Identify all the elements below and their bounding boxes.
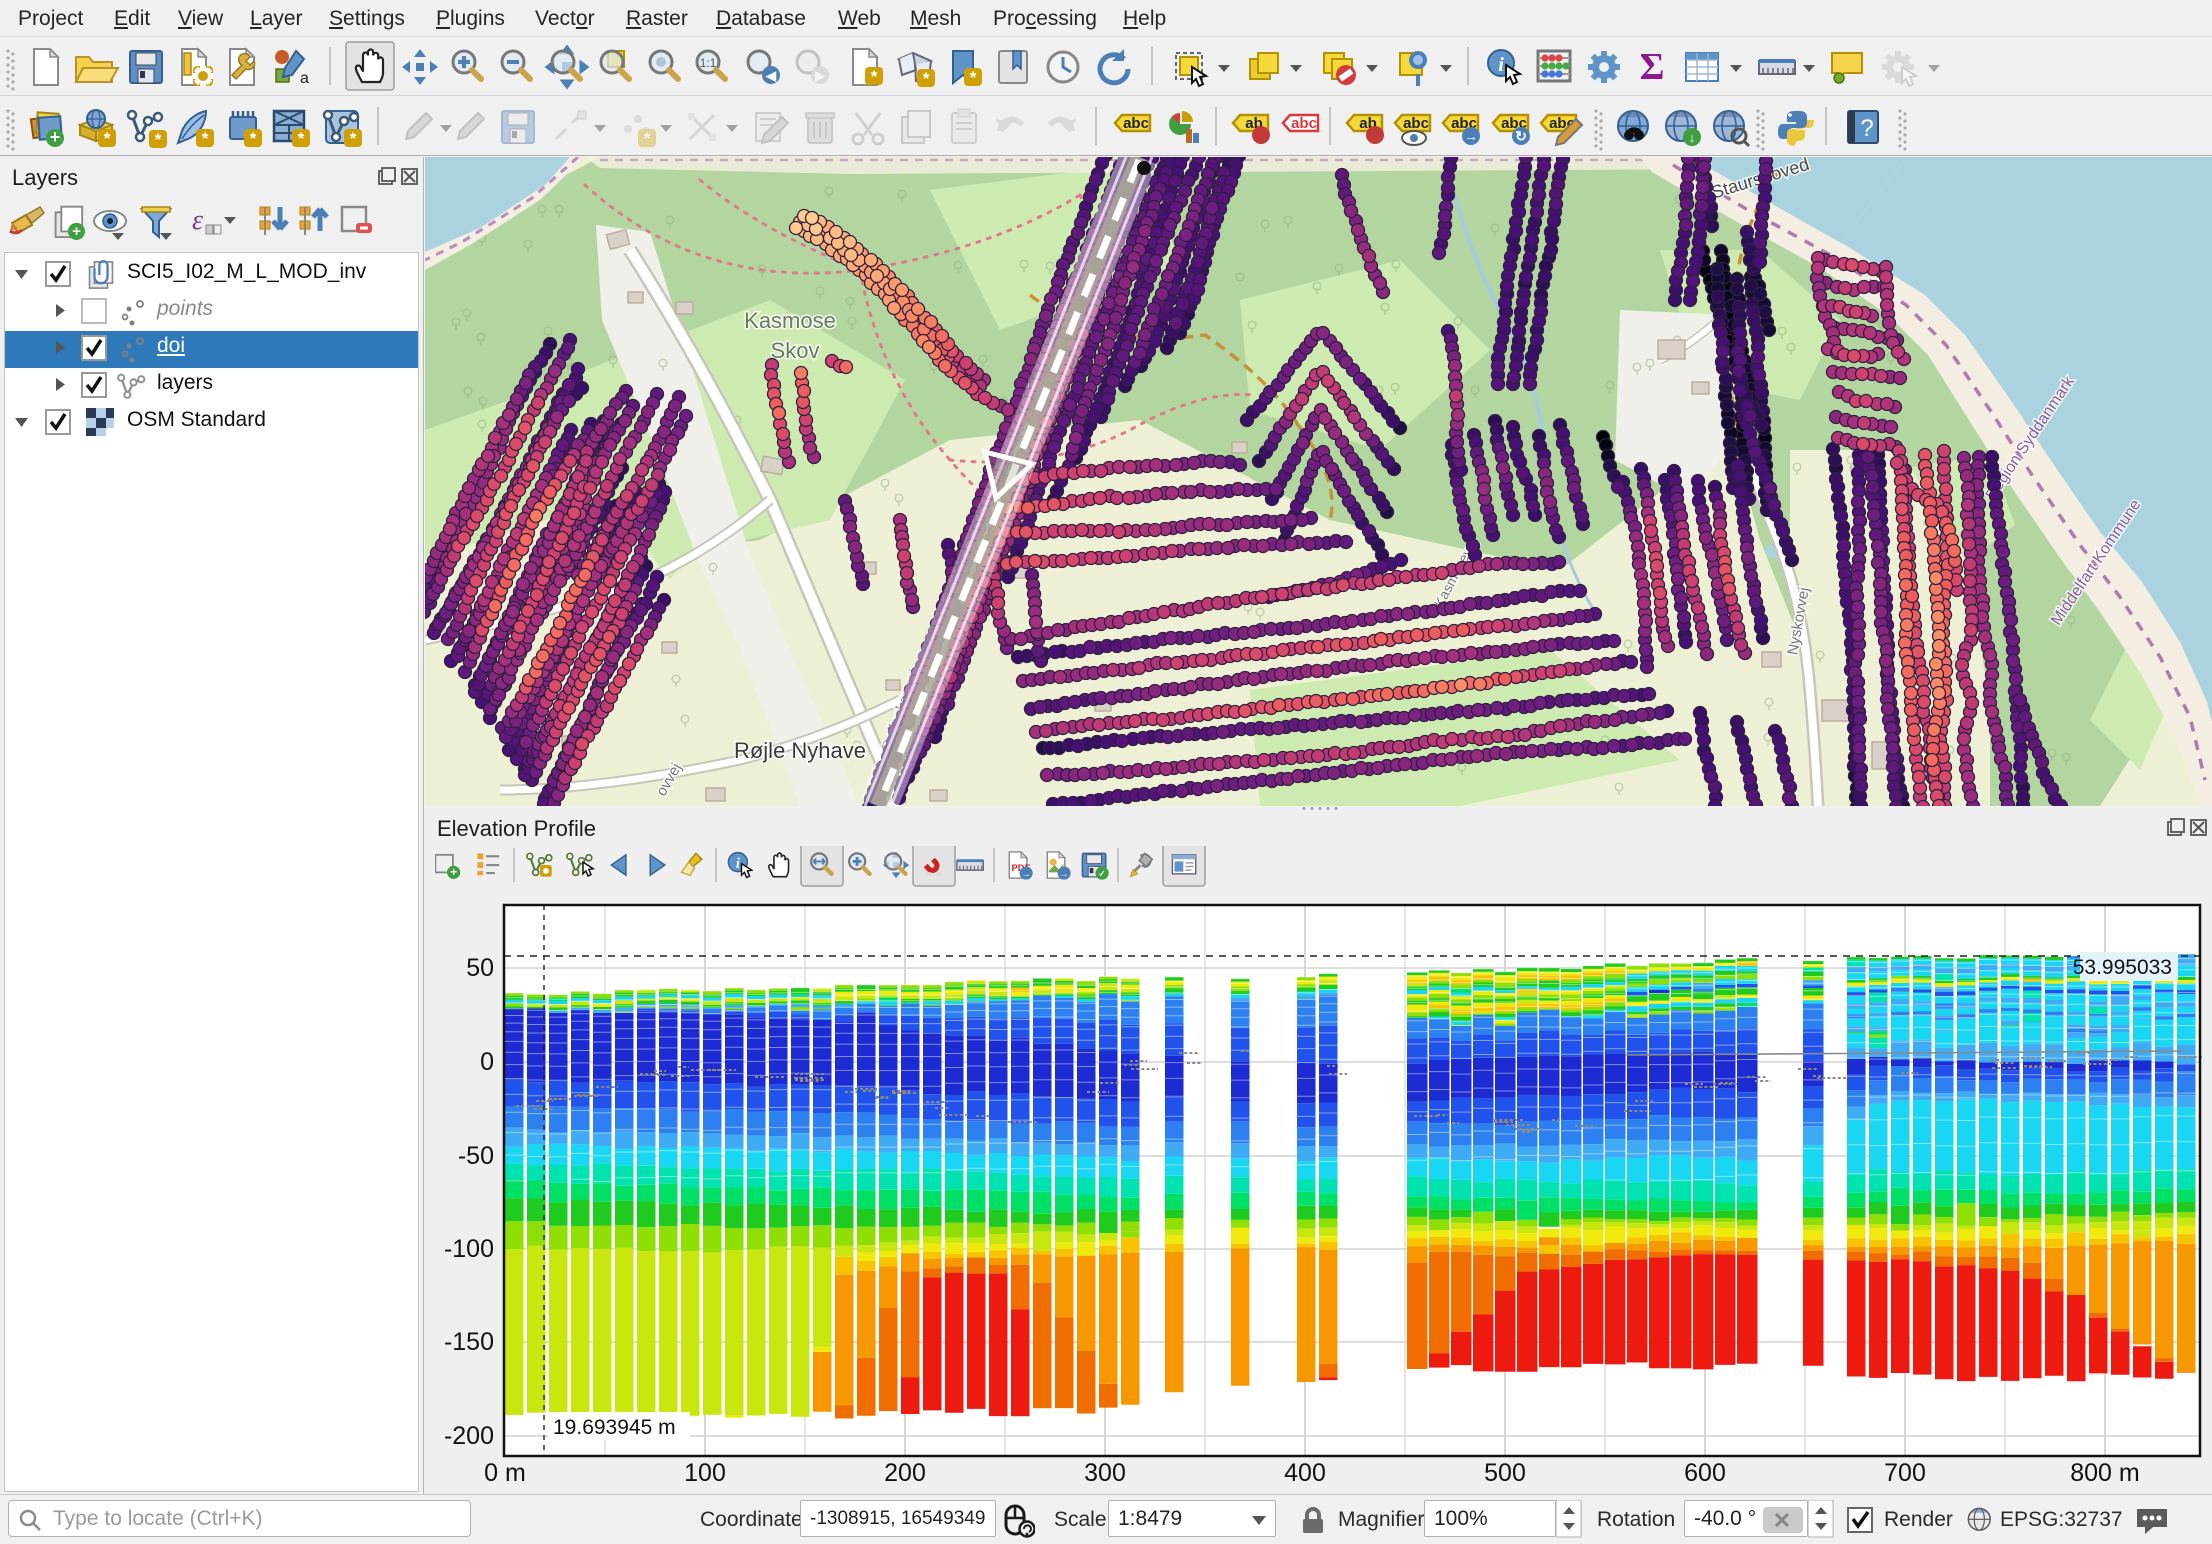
- svg-text:Kasmose: Kasmose: [744, 308, 836, 333]
- svg-text:-150: -150: [444, 1328, 494, 1356]
- svg-text:-50: -50: [458, 1142, 494, 1170]
- svg-text:*: *: [644, 129, 651, 148]
- svg-text:53.995033: 53.995033: [2073, 956, 2172, 979]
- svg-text:ε: ε: [192, 205, 203, 236]
- svg-text:→: →: [1464, 128, 1478, 144]
- svg-text:800 m: 800 m: [2070, 1459, 2139, 1487]
- svg-text:i: i: [1498, 54, 1504, 76]
- svg-text:700: 700: [1884, 1459, 1926, 1487]
- svg-text:+: +: [50, 127, 61, 147]
- svg-text:Skov: Skov: [771, 338, 820, 363]
- svg-text:100: 100: [684, 1459, 726, 1487]
- svg-text:-100: -100: [444, 1235, 494, 1263]
- svg-text:*: *: [970, 68, 977, 87]
- svg-text:-200: -200: [444, 1422, 494, 1450]
- svg-text:*: *: [298, 129, 305, 148]
- svg-text:abc: abc: [1403, 115, 1429, 132]
- svg-text:50: 50: [466, 954, 494, 982]
- svg-text:500: 500: [1484, 1459, 1526, 1487]
- svg-text:0 m: 0 m: [484, 1459, 526, 1487]
- svg-text:600: 600: [1684, 1459, 1726, 1487]
- svg-text:a: a: [300, 70, 309, 87]
- svg-text:Røjle Nyhave: Røjle Nyhave: [734, 738, 866, 763]
- svg-text:↻: ↻: [1515, 128, 1527, 144]
- svg-text:300: 300: [1084, 1459, 1126, 1487]
- svg-text:◀: ◀: [765, 68, 777, 83]
- svg-text:+: +: [450, 866, 457, 879]
- svg-text:→: →: [1022, 869, 1031, 879]
- svg-text:Σ: Σ: [1640, 46, 1665, 88]
- svg-text:*: *: [155, 130, 162, 149]
- svg-text:*: *: [104, 129, 111, 148]
- svg-text:i: i: [736, 856, 740, 872]
- svg-text:*: *: [250, 129, 257, 148]
- svg-text:0: 0: [480, 1048, 494, 1076]
- svg-text:→: →: [1060, 869, 1069, 879]
- svg-text:*: *: [923, 69, 930, 88]
- svg-text:1:1: 1:1: [700, 56, 717, 70]
- svg-text:abc: abc: [1291, 115, 1317, 132]
- svg-text:?: ?: [1860, 115, 1873, 142]
- svg-text:*: *: [871, 67, 878, 86]
- svg-text:19.693945 m: 19.693945 m: [553, 1416, 676, 1439]
- svg-text:*: *: [202, 129, 209, 148]
- svg-text:200: 200: [884, 1459, 926, 1487]
- svg-text:*: *: [350, 129, 357, 148]
- svg-text:▶: ▶: [814, 68, 826, 83]
- svg-text:↓: ↓: [1689, 130, 1696, 145]
- svg-text:abc: abc: [1123, 115, 1149, 132]
- svg-text:+: +: [72, 223, 81, 240]
- svg-text:400: 400: [1284, 1459, 1326, 1487]
- svg-text:✓: ✓: [1098, 869, 1105, 879]
